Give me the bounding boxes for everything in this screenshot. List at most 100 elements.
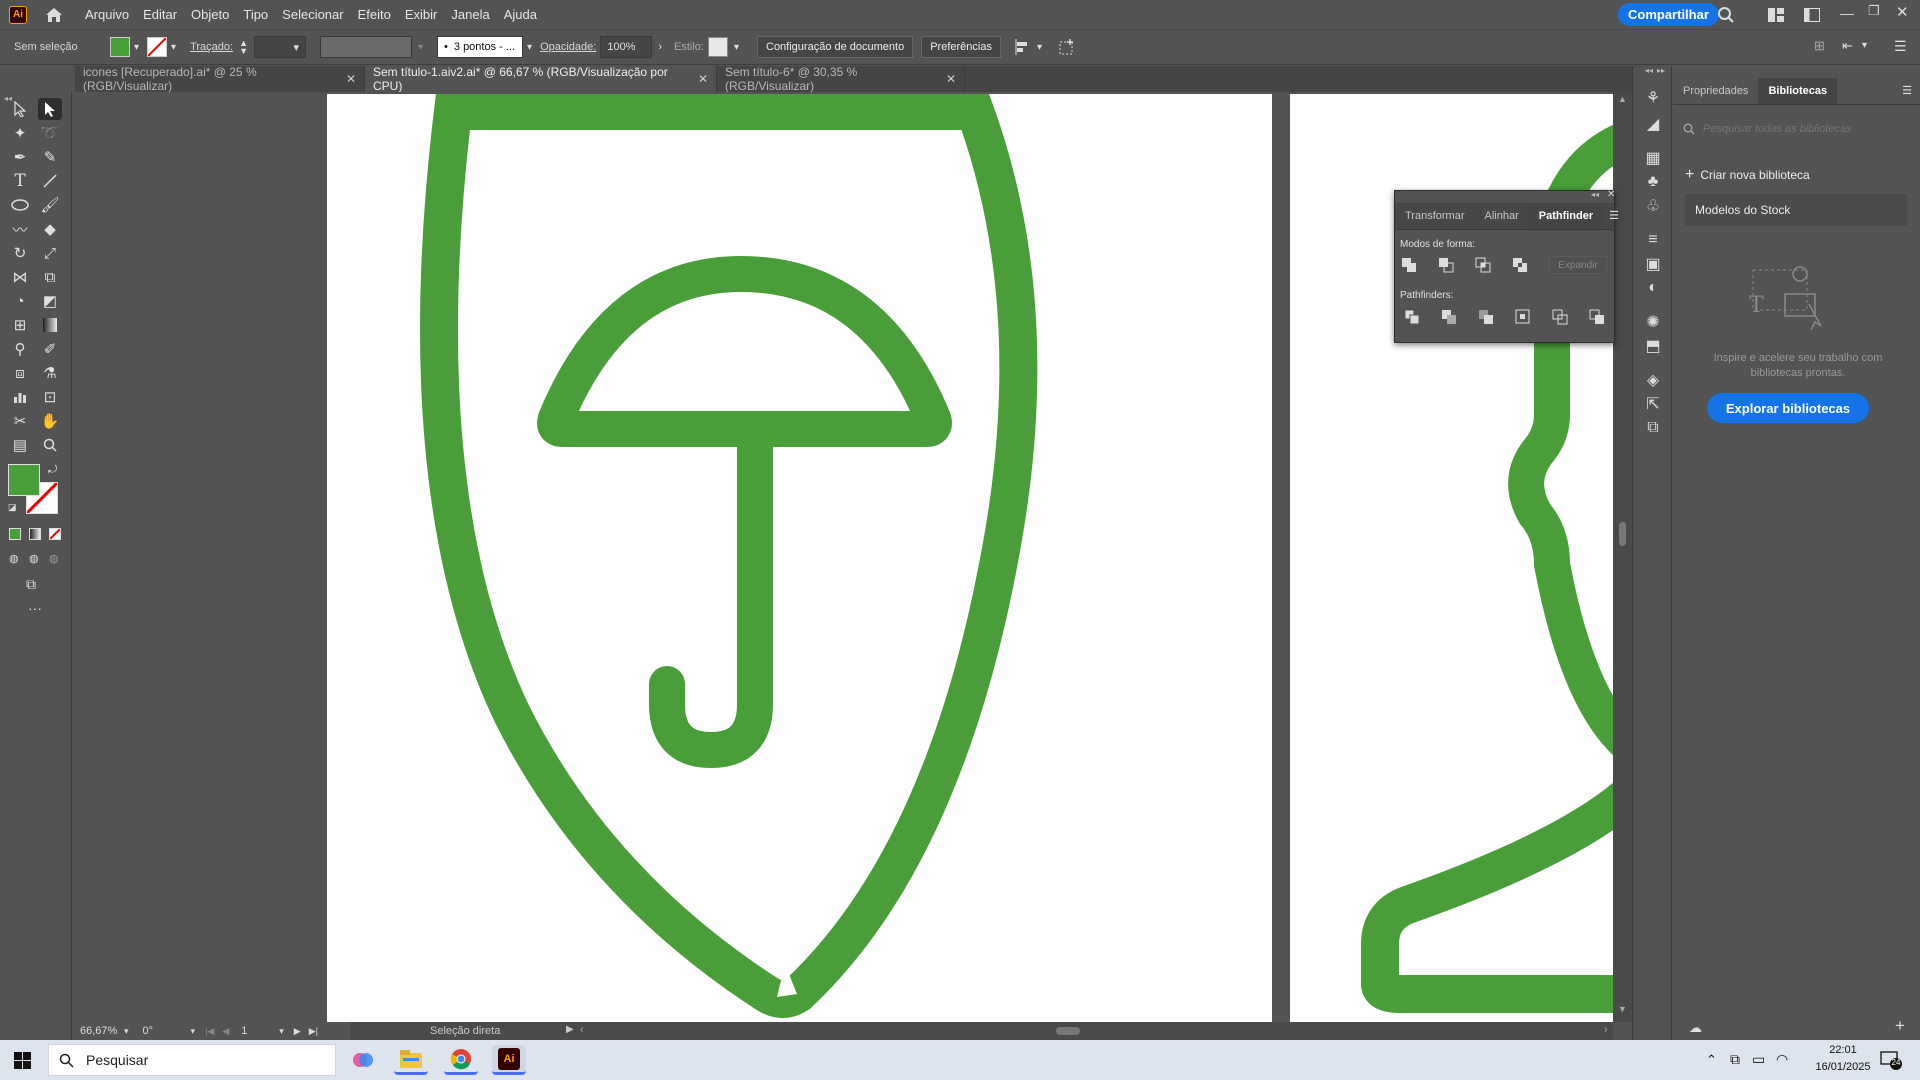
horizontal-scroll-thumb[interactable] <box>1056 1027 1080 1035</box>
lasso-tool-icon[interactable]: ➰ <box>38 122 62 144</box>
crop-icon[interactable] <box>1515 309 1531 325</box>
scroll-left-icon[interactable]: ‹ <box>580 1024 584 1036</box>
exclude-icon[interactable] <box>1512 257 1528 273</box>
vertical-scrollbar[interactable]: ▲ ▼ <box>1613 92 1632 1022</box>
chevron-down-icon[interactable]: ▾ <box>1862 40 1867 51</box>
draw-normal-icon[interactable]: ◍ <box>9 552 19 565</box>
blend-tool-icon[interactable]: ⧈ <box>8 362 32 384</box>
close-icon[interactable]: ✕ <box>1896 3 1909 21</box>
layers-icon[interactable]: ◈ <box>1643 370 1663 390</box>
rotation-value[interactable]: 0° <box>143 1025 191 1037</box>
chevron-down-icon[interactable]: ▾ <box>124 1026 129 1037</box>
library-search[interactable] <box>1683 118 1908 140</box>
curvature-tool-icon[interactable]: ✎ <box>38 146 62 168</box>
rotate-tool-icon[interactable]: ↻ <box>8 242 32 264</box>
default-fill-stroke-icon[interactable]: ◪ <box>8 502 17 513</box>
menu-selecionar[interactable]: Selecionar <box>282 7 343 22</box>
vertical-scroll-thumb[interactable] <box>1619 522 1626 546</box>
add-icon[interactable]: + <box>1895 1016 1905 1036</box>
restore-icon[interactable]: ❐ <box>1868 3 1880 19</box>
chevron-up-icon[interactable]: ⌃ <box>1706 1052 1717 1068</box>
draw-behind-icon[interactable]: ◍ <box>29 552 39 565</box>
opacity-label[interactable]: Opacidade: <box>540 41 596 53</box>
chevron-down-icon[interactable]: ▾ <box>418 42 423 53</box>
prev-artboard-icon[interactable]: ◀ <box>222 1026 229 1037</box>
minus-back-icon[interactable] <box>1589 309 1605 325</box>
chevron-right-icon[interactable]: ▶ <box>566 1024 574 1035</box>
collapse-arrows-icon[interactable]: ▸▸ <box>1657 66 1665 75</box>
close-icon[interactable]: ✕ <box>346 72 356 86</box>
links-icon[interactable]: ⧉ <box>1643 418 1663 438</box>
battery-icon[interactable]: ▭ <box>1752 1051 1765 1068</box>
workspace-icon[interactable] <box>1804 8 1820 22</box>
shaper-tool-icon[interactable]: 〰 <box>8 218 32 240</box>
close-icon[interactable]: ✕ <box>698 72 708 86</box>
chrome-icon[interactable] <box>444 1045 478 1075</box>
swap-fill-stroke-icon[interactable]: ⤾ <box>48 464 57 477</box>
wifi-icon[interactable]: ◠ <box>1776 1051 1788 1068</box>
menu-ajuda[interactable]: Ajuda <box>504 7 537 22</box>
menu-janela[interactable]: Janela <box>451 7 489 22</box>
copilot-icon[interactable] <box>346 1045 380 1075</box>
stepper-icon[interactable]: ▲ ▼ <box>239 39 248 56</box>
document-setup-button[interactable]: Configuração de documento <box>757 36 914 58</box>
home-icon[interactable] <box>45 7 63 23</box>
chevron-down-icon[interactable]: ▾ <box>734 42 739 53</box>
tab-sem-titulo-1[interactable]: Sem título-1.aiv2.ai* @ 66,67 % (RGB/Vis… <box>365 65 717 93</box>
tab-pathfinder[interactable]: Pathfinder <box>1528 203 1604 229</box>
tab-sem-titulo-6[interactable]: Sem título-6* @ 30,35 % (RGB/Visualizar)… <box>717 65 965 93</box>
eyedropper-tool-icon[interactable]: ⚲ <box>8 338 32 360</box>
selection-tool-icon[interactable] <box>8 98 32 120</box>
divide-icon[interactable] <box>1404 309 1420 325</box>
close-icon[interactable]: ✕ <box>946 72 956 86</box>
menu-objeto[interactable]: Objeto <box>191 7 229 22</box>
merge-icon[interactable] <box>1478 309 1494 325</box>
panel-menu-icon[interactable]: ☰ <box>1603 203 1625 229</box>
create-library-button[interactable]: + Criar nova biblioteca <box>1685 166 1810 184</box>
graph-tool-icon[interactable] <box>8 386 32 408</box>
cloud-sync-icon[interactable]: ☁ <box>1689 1020 1702 1036</box>
gradient-panel-icon[interactable]: ▣ <box>1643 254 1663 274</box>
library-search-input[interactable] <box>1703 123 1893 135</box>
menu-editar[interactable]: Editar <box>143 7 177 22</box>
menu-efeito[interactable]: Efeito <box>358 7 391 22</box>
none-mode-icon[interactable] <box>49 528 61 540</box>
minimize-icon[interactable]: — <box>1840 5 1854 21</box>
meet-now-icon[interactable]: ⧉ <box>1730 1051 1740 1068</box>
artboards-icon[interactable]: ▦ <box>1643 148 1663 168</box>
paintbrush-tool-icon[interactable]: 🖌 <box>38 194 62 216</box>
unite-icon[interactable] <box>1401 257 1417 273</box>
collapse-arrows-icon[interactable]: ◂◂ <box>1591 190 1599 199</box>
puppet-icon[interactable]: ♣ <box>1643 172 1663 192</box>
last-artboard-icon[interactable]: ▶| <box>309 1026 318 1037</box>
free-transform-tool-icon[interactable]: ⧉ <box>38 266 62 288</box>
gradient-mode-icon[interactable] <box>29 528 41 540</box>
stroke-weight-field[interactable]: ▾ <box>254 36 306 58</box>
mesh-tool-icon[interactable]: ⊞ <box>8 314 32 336</box>
color-mode-icon[interactable] <box>9 528 21 540</box>
next-artboard-icon[interactable]: ▶ <box>294 1026 301 1037</box>
measure-tool-icon[interactable]: ✐ <box>38 338 62 360</box>
ellipse-tool-icon[interactable] <box>8 194 32 216</box>
line-tool-icon[interactable] <box>38 170 62 192</box>
tab-icones[interactable]: icones [Recuperado].ai* @ 25 % (RGB/Visu… <box>75 65 365 93</box>
file-explorer-icon[interactable] <box>394 1045 428 1075</box>
taskbar-search[interactable]: Pesquisar <box>48 1044 336 1076</box>
more-options-icon[interactable]: ☰ <box>1894 38 1907 55</box>
zoom-tool-icon[interactable] <box>38 434 62 456</box>
chevron-down-icon[interactable]: ▾ <box>279 1026 284 1037</box>
align-options-icon[interactable] <box>1015 39 1033 55</box>
stroke-swatch[interactable] <box>147 37 168 57</box>
chevron-down-icon[interactable]: ▾ <box>191 1026 196 1037</box>
shape-builder-tool-icon[interactable]: ◔ <box>8 290 32 312</box>
trim-icon[interactable] <box>1441 309 1457 325</box>
asset-export-icon[interactable]: ⬒ <box>1643 336 1663 356</box>
stock-templates-item[interactable]: Modelos do Stock <box>1685 194 1907 226</box>
screen-mode-icon[interactable]: ⧉ <box>26 576 36 593</box>
direct-selection-tool-icon[interactable] <box>38 98 62 120</box>
type-tool-icon[interactable]: T <box>8 170 32 192</box>
live-paint-tool-icon[interactable]: ◩ <box>38 290 62 312</box>
variable-width-field[interactable] <box>320 36 412 58</box>
tab-alinhar[interactable]: Alinhar <box>1475 203 1529 229</box>
clock-time[interactable]: 22:01 <box>1818 1044 1868 1056</box>
